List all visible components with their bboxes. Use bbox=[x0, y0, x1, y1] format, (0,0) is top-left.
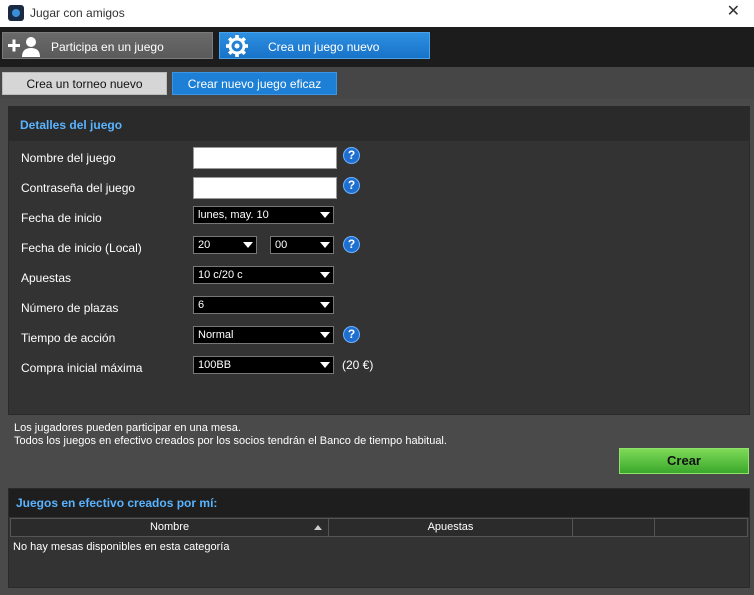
tab-create-cash-game[interactable]: Crear nuevo juego eficaz bbox=[172, 72, 337, 95]
seats-value: 6 bbox=[198, 299, 205, 311]
help-icon[interactable]: ? bbox=[343, 236, 360, 253]
tab-create-label: Crea un juego nuevo bbox=[268, 40, 380, 54]
chevron-down-icon bbox=[320, 212, 330, 218]
window-title: Jugar con amigos bbox=[30, 6, 125, 20]
action-time-value: Normal bbox=[198, 329, 234, 341]
main-tabs: Participa en un juego Crea un juego nuev… bbox=[0, 27, 754, 67]
column-header-nombre[interactable]: Nombre bbox=[11, 519, 329, 536]
panel-title: Detalles del juego bbox=[20, 118, 123, 132]
help-icon[interactable]: ? bbox=[343, 177, 360, 194]
chevron-down-icon bbox=[320, 242, 330, 248]
fecha-label: Fecha de inicio bbox=[21, 211, 102, 225]
max-buyin-value: 100BB bbox=[198, 359, 232, 371]
column-header-4[interactable] bbox=[655, 519, 747, 536]
title-bar: Jugar con amigos ✕ bbox=[0, 0, 754, 27]
nombre-label: Nombre del juego bbox=[21, 151, 116, 165]
help-icon[interactable]: ? bbox=[343, 326, 360, 343]
action-time-select[interactable]: Normal bbox=[193, 326, 334, 344]
chevron-down-icon bbox=[320, 332, 330, 338]
column-header-3[interactable] bbox=[573, 519, 655, 536]
info-text-2: Todos los juegos en efectivo creados por… bbox=[14, 435, 447, 447]
compra-label: Compra inicial máxima bbox=[21, 361, 143, 375]
info-text-1: Los jugadores pueden participar en una m… bbox=[14, 422, 241, 434]
sort-asc-icon bbox=[314, 525, 322, 530]
tab-join-game[interactable]: Participa en un juego bbox=[2, 32, 213, 59]
start-date-select[interactable]: lunes, may. 10 bbox=[193, 206, 334, 224]
start-date-value: lunes, may. 10 bbox=[198, 209, 269, 221]
my-cash-games-panel: Juegos en efectivo creados por mí: Nombr… bbox=[8, 488, 750, 588]
empty-table-message: No hay mesas disponibles en esta categor… bbox=[13, 541, 230, 553]
table-header: Nombre Apuestas bbox=[10, 518, 748, 537]
buyin-amount-note: (20 €) bbox=[342, 358, 374, 372]
fecha-local-label: Fecha de inicio (Local) bbox=[21, 241, 142, 255]
start-minute-select[interactable]: 00 bbox=[270, 236, 334, 254]
close-icon[interactable]: ✕ bbox=[727, 3, 740, 21]
column-header-apuestas[interactable]: Apuestas bbox=[329, 519, 573, 536]
game-password-input[interactable] bbox=[193, 177, 337, 199]
apuestas-label: Apuestas bbox=[21, 271, 72, 285]
seats-select[interactable]: 6 bbox=[193, 296, 334, 314]
create-button[interactable]: Crear bbox=[619, 448, 749, 474]
game-details-panel: Detalles del juego Nombre del juego ? Co… bbox=[8, 106, 750, 415]
help-icon[interactable]: ? bbox=[343, 147, 360, 164]
tiempo-label: Tiempo de acción bbox=[21, 331, 116, 345]
add-user-icon bbox=[8, 37, 40, 57]
chevron-down-icon bbox=[320, 362, 330, 368]
tab-create-game[interactable]: Crea un juego nuevo bbox=[219, 32, 430, 59]
stakes-value: 10 c/20 c bbox=[198, 269, 243, 281]
plazas-label: Número de plazas bbox=[21, 301, 119, 315]
sub-tabs: Crea un torneo nuevo Crear nuevo juego e… bbox=[0, 67, 754, 99]
stakes-select[interactable]: 10 c/20 c bbox=[193, 266, 334, 284]
game-name-input[interactable] bbox=[193, 147, 337, 169]
chevron-down-icon bbox=[320, 302, 330, 308]
chevron-down-icon bbox=[320, 272, 330, 278]
chevron-down-icon bbox=[243, 242, 253, 248]
start-hour-select[interactable]: 20 bbox=[193, 236, 257, 254]
panel-header: Detalles del juego bbox=[9, 107, 749, 141]
start-hour-value: 20 bbox=[198, 239, 211, 251]
my-games-header: Juegos en efectivo creados por mí: bbox=[9, 489, 749, 517]
tab-join-label: Participa en un juego bbox=[51, 40, 164, 54]
app-logo-icon bbox=[8, 5, 24, 21]
gear-icon bbox=[226, 35, 248, 57]
my-games-title: Juegos en efectivo creados por mí: bbox=[16, 496, 218, 510]
tab-create-tournament[interactable]: Crea un torneo nuevo bbox=[2, 72, 167, 95]
contrasena-label: Contraseña del juego bbox=[21, 181, 136, 195]
max-buyin-select[interactable]: 100BB bbox=[193, 356, 334, 374]
start-minute-value: 00 bbox=[275, 239, 288, 251]
